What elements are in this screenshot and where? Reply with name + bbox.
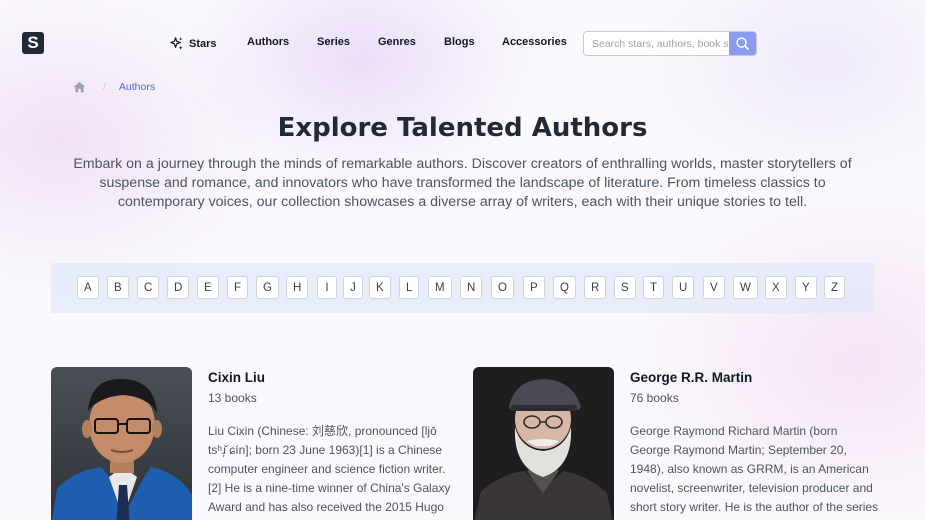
letter-filter-g[interactable]: G	[256, 276, 279, 299]
letter-filter-f[interactable]: F	[227, 276, 249, 299]
nav-accessories-label: Accessories	[502, 36, 567, 48]
letter-filter-r[interactable]: R	[584, 276, 607, 299]
page-intro: Embark on a journey through the minds of…	[73, 156, 852, 210]
letter-filter-p[interactable]: P	[523, 276, 545, 299]
breadcrumb: / Authors	[73, 81, 155, 93]
author-info: George R.R. Martin 76 books George Raymo…	[630, 370, 880, 520]
breadcrumb-separator: /	[103, 81, 106, 93]
author-name[interactable]: George R.R. Martin	[630, 370, 880, 385]
nav-accessories[interactable]: Accessories	[502, 36, 567, 48]
author-name[interactable]: Cixin Liu	[208, 370, 458, 385]
letter-filter-h[interactable]: H	[286, 276, 309, 299]
letter-filter-z[interactable]: Z	[824, 276, 846, 299]
author-bio: George Raymond Richard Martin (born Geor…	[630, 424, 879, 520]
search-icon	[736, 37, 749, 50]
letter-filter-w[interactable]: W	[733, 276, 758, 299]
letter-filter-n[interactable]: N	[460, 276, 483, 299]
letter-filter-d[interactable]: D	[167, 276, 190, 299]
letter-filter-a[interactable]: A	[77, 276, 99, 299]
letter-filter-e[interactable]: E	[197, 276, 219, 299]
author-bio: Liu Cixin (Chinese: 刘慈欣, pronounced [ljǒ…	[208, 424, 451, 514]
nav-series[interactable]: Series	[317, 36, 350, 48]
nav-blogs[interactable]: Blogs	[444, 36, 475, 48]
letter-filter-v[interactable]: V	[703, 276, 725, 299]
letter-filter-s[interactable]: S	[614, 276, 636, 299]
letter-filter-u[interactable]: U	[672, 276, 695, 299]
letter-filter-k[interactable]: K	[369, 276, 391, 299]
letter-filter-i[interactable]: I	[317, 276, 337, 299]
nav-genres[interactable]: Genres	[378, 36, 416, 48]
letter-filter-m[interactable]: M	[428, 276, 452, 299]
nav-stars-label: Stars	[189, 37, 217, 50]
nav-authors[interactable]: Authors	[247, 36, 289, 48]
letter-filter-l[interactable]: L	[399, 276, 420, 299]
author-photo[interactable]	[473, 367, 614, 520]
letter-filter-q[interactable]: Q	[553, 276, 576, 299]
author-info: Cixin Liu 13 books Liu Cixin (Chinese: 刘…	[208, 370, 458, 517]
nav-blogs-label: Blogs	[444, 36, 475, 48]
nav-genres-label: Genres	[378, 36, 416, 48]
letter-filter-y[interactable]: Y	[795, 276, 817, 299]
letter-filter-t[interactable]: T	[643, 276, 665, 299]
breadcrumb-current[interactable]: Authors	[119, 81, 155, 93]
search-button[interactable]	[729, 32, 756, 55]
page-title: Explore Talented Authors	[277, 113, 648, 143]
author-book-count: 76 books	[630, 391, 679, 405]
sparkles-icon	[170, 37, 183, 50]
alphabet-filter: ABCDEFGHIJKLMNOPQRSTUVWXYZ	[51, 263, 874, 313]
author-book-count: 13 books	[208, 391, 257, 405]
letter-filter-o[interactable]: O	[491, 276, 514, 299]
home-icon[interactable]	[73, 81, 86, 93]
search-box	[583, 31, 757, 56]
nav-stars[interactable]: Stars	[169, 36, 217, 51]
letter-filter-j[interactable]: J	[343, 276, 363, 299]
letter-filter-c[interactable]: C	[137, 276, 160, 299]
author-photo[interactable]	[51, 367, 192, 520]
site-logo[interactable]: S	[22, 32, 44, 54]
letter-filter-x[interactable]: X	[765, 276, 787, 299]
nav-series-label: Series	[317, 36, 351, 48]
search-input[interactable]	[584, 32, 730, 55]
letter-filter-b[interactable]: B	[107, 276, 129, 299]
nav-authors-label: Authors	[247, 36, 290, 48]
